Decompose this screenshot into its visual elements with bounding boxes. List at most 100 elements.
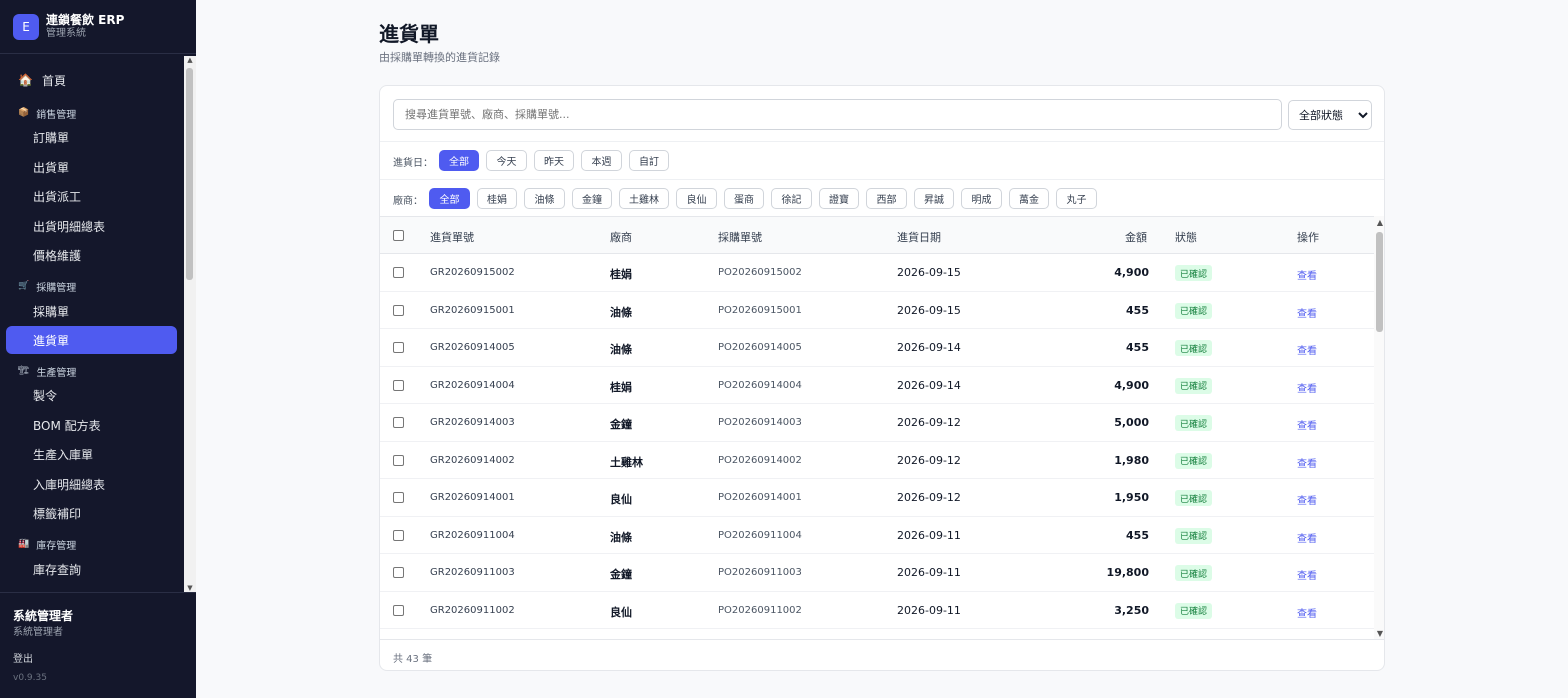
column-header-gr-no[interactable]: 進貨單號 bbox=[430, 229, 474, 245]
scroll-down-icon[interactable]: ▼ bbox=[1375, 629, 1384, 638]
vendor-chip[interactable]: 良仙 bbox=[676, 188, 717, 209]
search-input[interactable] bbox=[393, 99, 1282, 130]
date-chip-custom[interactable]: 自訂 bbox=[629, 150, 669, 171]
status-select[interactable]: 全部狀態 bbox=[1288, 100, 1372, 130]
sidebar-group-inventory[interactable]: 🏭 庫存管理 bbox=[18, 536, 76, 552]
table-scrollbar[interactable]: ▲ ▼ bbox=[1374, 216, 1384, 640]
vendor-chip[interactable]: 金鐘 bbox=[572, 188, 612, 209]
column-header-amount[interactable]: 金額 bbox=[1125, 229, 1147, 245]
sidebar-group-sales[interactable]: 📦 銷售管理 bbox=[18, 105, 76, 121]
vendor-chip[interactable]: 萬金 bbox=[1009, 188, 1049, 209]
row-checkbox[interactable] bbox=[393, 604, 404, 616]
view-link[interactable]: 查看 bbox=[1297, 530, 1317, 545]
date-chip-all[interactable]: 全部 bbox=[439, 150, 479, 171]
vendor-chip[interactable]: 丸子 bbox=[1056, 188, 1097, 209]
vendor-filter-label: 廠商： bbox=[393, 196, 423, 207]
sidebar-scrollbar[interactable]: ▲ ▼ bbox=[184, 56, 196, 592]
scroll-down-icon[interactable]: ▼ bbox=[186, 584, 194, 592]
vendor-chip[interactable]: 昇誠 bbox=[914, 188, 954, 209]
select-all-checkbox[interactable] bbox=[393, 230, 404, 241]
sidebar-item-goods-receipts[interactable]: 進貨單 bbox=[6, 326, 177, 354]
sidebar-item-production-receipts[interactable]: 生產入庫單 bbox=[6, 440, 177, 468]
sidebar-group-purchasing[interactable]: 🛒 採購管理 bbox=[18, 278, 76, 294]
logout-link[interactable]: 登出 bbox=[13, 650, 33, 665]
row-checkbox[interactable] bbox=[393, 529, 404, 541]
row-checkbox[interactable] bbox=[393, 417, 404, 428]
date-chip-today[interactable]: 今天 bbox=[486, 150, 527, 171]
sidebar-item-dispatch[interactable]: 出貨派工 bbox=[6, 182, 177, 210]
vendor-chip[interactable]: 全部 bbox=[429, 188, 470, 209]
sidebar-scroll-thumb[interactable] bbox=[186, 68, 193, 280]
brand-subtitle: 管理系統 bbox=[46, 28, 86, 39]
row-checkbox[interactable] bbox=[393, 342, 404, 353]
table-row[interactable]: GR20260911004 油條 PO20260911004 2026-09-11 45… bbox=[380, 517, 1374, 554]
view-link[interactable]: 查看 bbox=[1297, 305, 1317, 320]
sidebar-item-receipt-summary[interactable]: 入庫明細總表 bbox=[6, 470, 177, 498]
po-number: PO20260915001 bbox=[718, 304, 802, 316]
gr-number: GR20260911002 bbox=[430, 604, 515, 616]
vendor-chip[interactable]: 蛋商 bbox=[724, 188, 764, 209]
table-scroll-thumb[interactable] bbox=[1376, 232, 1383, 332]
sidebar-item-bom[interactable]: BOM 配方表 bbox=[6, 411, 177, 439]
scroll-up-icon[interactable]: ▲ bbox=[1375, 218, 1384, 227]
sidebar-item-label: 首頁 bbox=[41, 73, 66, 88]
sidebar-item-orders[interactable]: 訂購單 bbox=[6, 123, 177, 151]
vendor-chip[interactable]: 西部 bbox=[866, 188, 907, 209]
view-link[interactable]: 查看 bbox=[1297, 267, 1317, 282]
table-row[interactable]: GR20260914005 油條 PO20260914005 2026-09-14 45… bbox=[380, 329, 1374, 367]
column-header-vendor[interactable]: 廠商 bbox=[610, 229, 632, 245]
sidebar-item-label-reprint[interactable]: 標籤補印 bbox=[6, 499, 177, 527]
table-row[interactable]: GR20260911002 良仙 PO20260911002 2026-09-11 3,… bbox=[380, 592, 1374, 629]
view-link[interactable]: 查看 bbox=[1297, 492, 1317, 507]
row-checkbox[interactable] bbox=[393, 304, 404, 316]
vendor-name: 油條 bbox=[610, 530, 632, 544]
gr-number: GR20260914005 bbox=[430, 342, 515, 353]
column-header-po-no[interactable]: 採購單號 bbox=[718, 229, 762, 245]
table-footer: 共 43 筆 bbox=[380, 639, 1384, 670]
vendor-chip[interactable]: 徐記 bbox=[771, 188, 812, 209]
table-row[interactable]: GR20260914004 桂娟 PO20260914004 2026-09-14 4,… bbox=[380, 367, 1374, 404]
vendor-chip[interactable]: 明成 bbox=[961, 188, 1002, 209]
table-row[interactable]: GR20260915001 油條 PO20260915001 2026-09-15 45… bbox=[380, 292, 1374, 329]
row-checkbox[interactable] bbox=[393, 454, 404, 466]
po-number: PO20260915002 bbox=[718, 267, 802, 278]
vendor-chip[interactable]: 桂娟 bbox=[477, 188, 517, 209]
view-link[interactable]: 查看 bbox=[1297, 567, 1317, 582]
view-link[interactable]: 查看 bbox=[1297, 380, 1317, 395]
sidebar-item-shipment-summary[interactable]: 出貨明細總表 bbox=[6, 212, 177, 240]
status-badge: 已確認 bbox=[1175, 490, 1213, 506]
amount: 455 bbox=[1126, 341, 1149, 354]
receipt-date: 2026-09-11 bbox=[897, 528, 961, 542]
row-checkbox[interactable] bbox=[393, 267, 404, 278]
gr-number: GR20260915002 bbox=[430, 267, 515, 278]
vendor-chip[interactable]: 油條 bbox=[524, 188, 565, 209]
sidebar-item-pricing[interactable]: 價格維護 bbox=[6, 241, 177, 269]
view-link[interactable]: 查看 bbox=[1297, 342, 1317, 357]
table-row[interactable]: GR20260914003 金鐘 PO20260914003 2026-09-12 5,… bbox=[380, 404, 1374, 442]
scroll-up-icon[interactable]: ▲ bbox=[186, 56, 194, 64]
sidebar-item-home[interactable]: 🏠 首頁 bbox=[6, 66, 177, 94]
view-link[interactable]: 查看 bbox=[1297, 417, 1317, 432]
vendor-chip[interactable]: 土雞林 bbox=[619, 188, 669, 209]
date-chip-this-week[interactable]: 本週 bbox=[581, 150, 622, 171]
sidebar-item-inventory-query[interactable]: 庫存查詢 bbox=[6, 555, 177, 583]
row-checkbox[interactable] bbox=[393, 492, 404, 503]
table-row[interactable]: GR20260915002 桂娟 PO20260915002 2026-09-15 4,… bbox=[380, 254, 1374, 292]
view-link[interactable]: 查看 bbox=[1297, 455, 1317, 470]
row-checkbox[interactable] bbox=[393, 379, 404, 391]
row-checkbox[interactable] bbox=[393, 567, 404, 578]
sidebar: E 連鎖餐飲 ERP 管理系統 🏠 首頁 📦 銷售管理 訂購單 出貨單 出貨派工… bbox=[0, 0, 196, 698]
view-link[interactable]: 查看 bbox=[1297, 605, 1317, 620]
sidebar-group-production[interactable]: 🏗 生產管理 bbox=[18, 363, 76, 379]
table-row[interactable]: GR20260911003 金鐘 PO20260911003 2026-09-11 19… bbox=[380, 554, 1374, 592]
date-chip-yesterday[interactable]: 昨天 bbox=[534, 150, 574, 171]
table-row[interactable]: GR20260914001 良仙 PO20260914001 2026-09-12 1,… bbox=[380, 479, 1374, 517]
column-header-date[interactable]: 進貨日期 bbox=[897, 229, 941, 245]
vendor-chip[interactable]: 證寶 bbox=[819, 188, 859, 209]
sidebar-item-work-orders[interactable]: 製令 bbox=[6, 381, 177, 409]
po-number: PO20260914005 bbox=[718, 342, 802, 353]
sidebar-item-purchase-orders[interactable]: 採購單 bbox=[6, 297, 177, 325]
column-header-status[interactable]: 狀態 bbox=[1175, 229, 1197, 245]
sidebar-item-shipments[interactable]: 出貨單 bbox=[6, 153, 177, 181]
table-row[interactable]: GR20260914002 土雞林 PO20260914002 2026-09-12 1… bbox=[380, 442, 1374, 479]
